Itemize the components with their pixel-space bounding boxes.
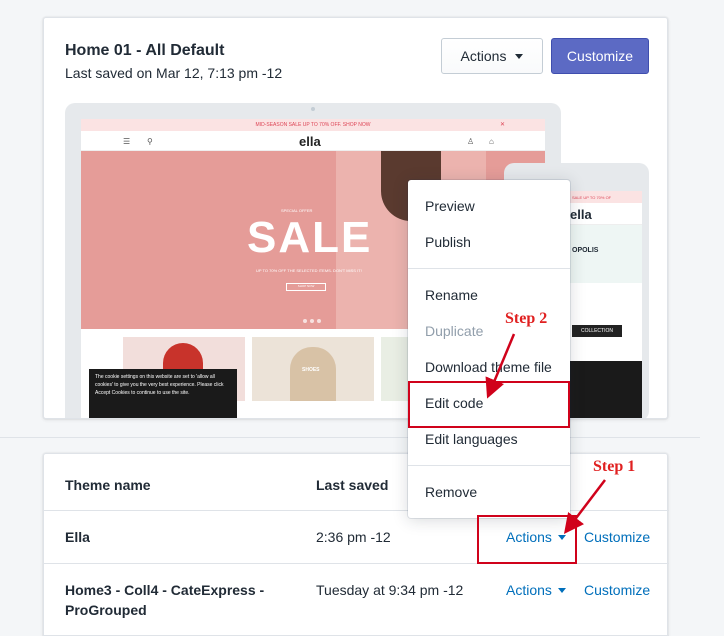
step2-arrow — [485, 333, 516, 399]
annotation-arrows — [485, 333, 606, 534]
step1-arrow — [563, 479, 606, 534]
